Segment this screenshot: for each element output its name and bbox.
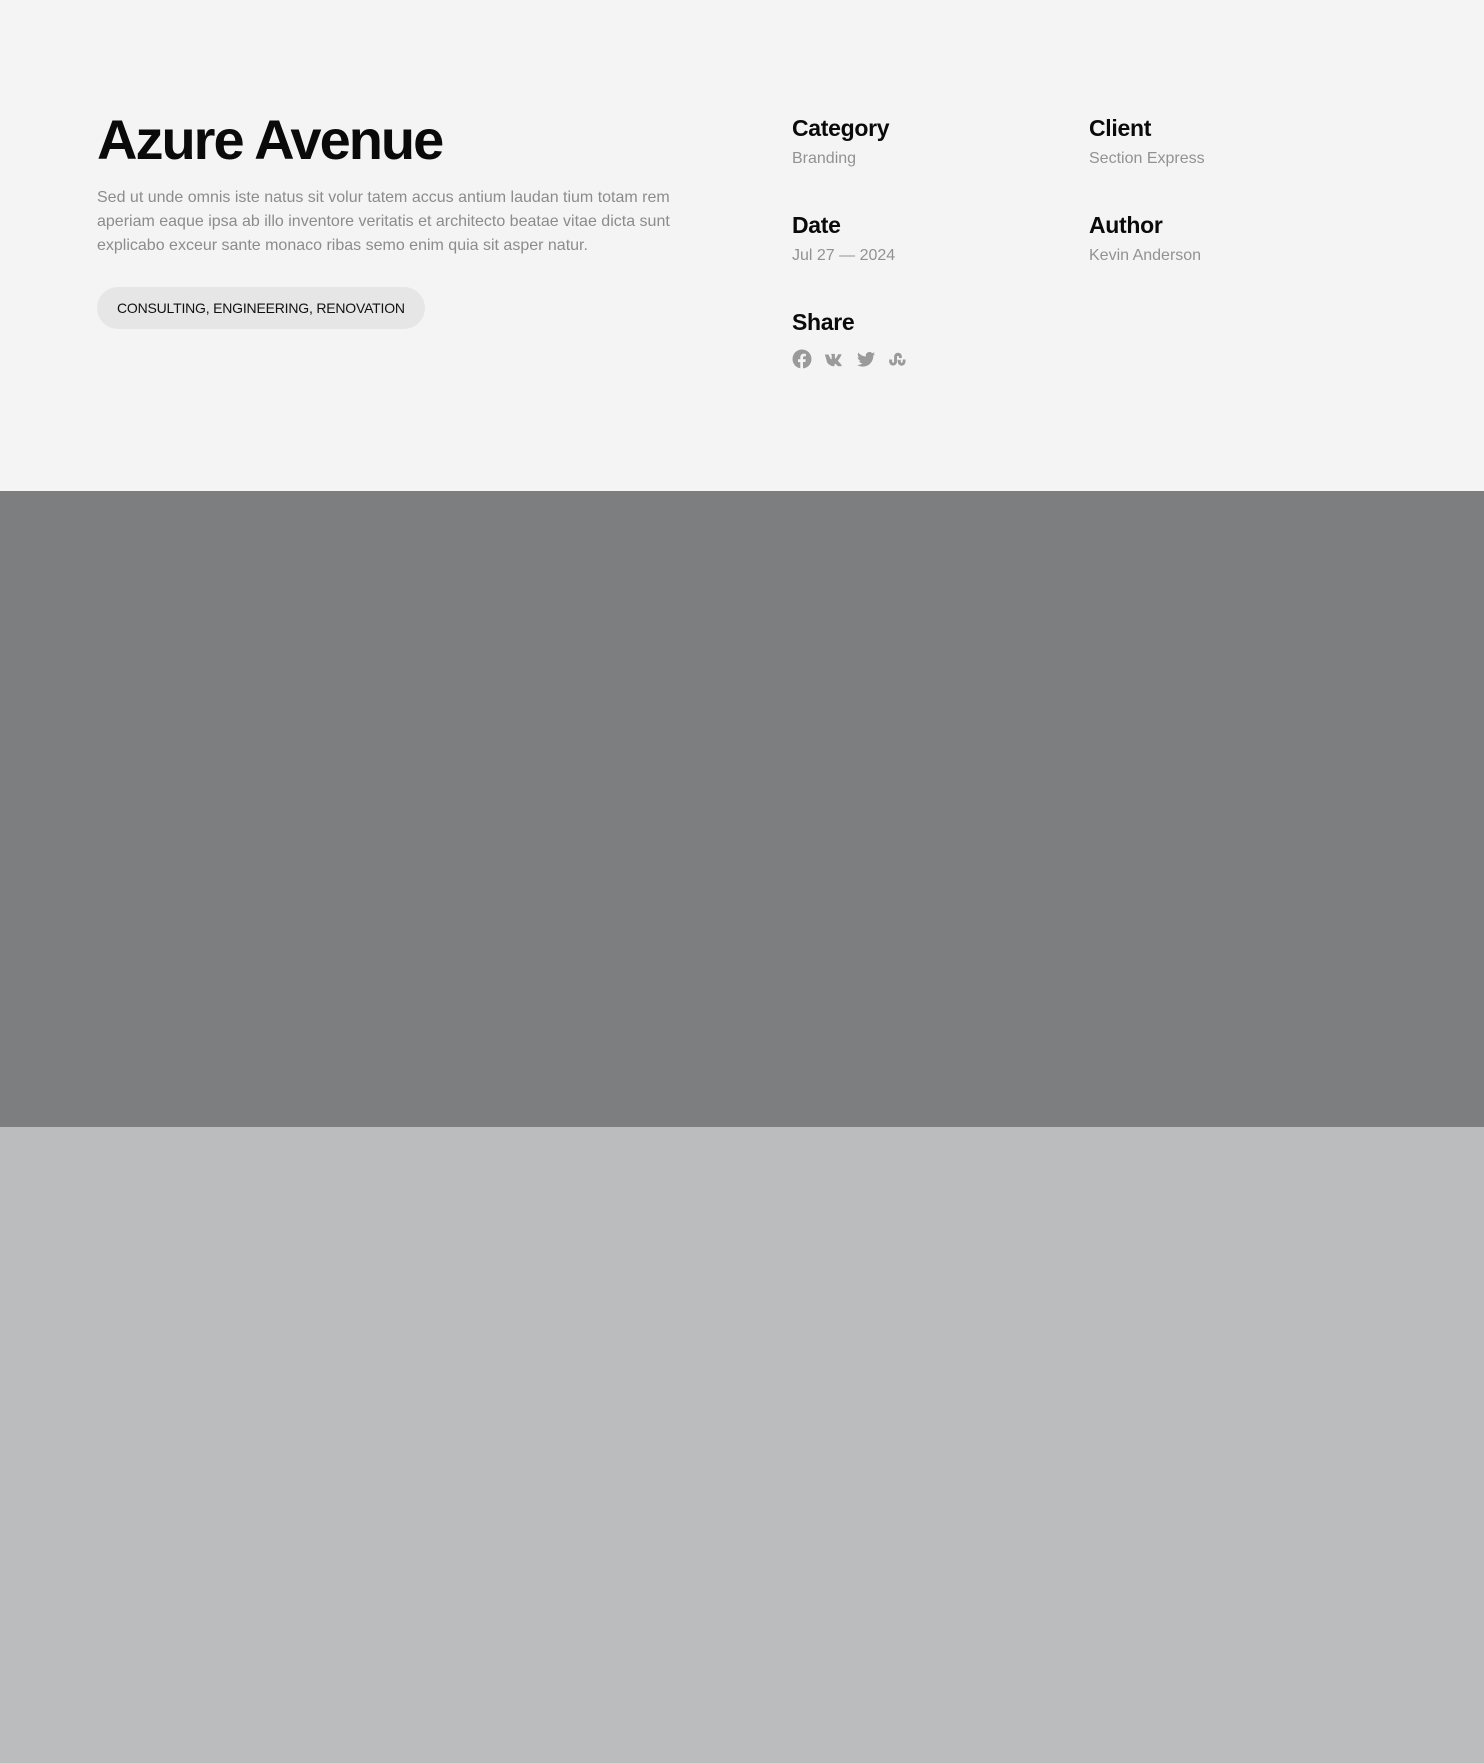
twitter-icon[interactable]: [856, 349, 876, 369]
project-header: Azure Avenue Sed ut unde omnis iste natu…: [0, 0, 1484, 491]
project-image-dark: [0, 491, 1484, 1127]
meta-author: Author Kevin Anderson: [1089, 210, 1201, 266]
meta-share: Share: [792, 307, 908, 369]
project-tags-badge: CONSULTING, ENGINEERING, RENOVATION: [97, 287, 425, 329]
meta-client-value: Section Express: [1089, 150, 1205, 167]
meta-client: Client Section Express: [1089, 113, 1205, 169]
project-description: Sed ut unde omnis iste natus sit volur t…: [97, 189, 670, 254]
meta-category: Category Branding: [792, 113, 890, 169]
vk-icon[interactable]: [824, 349, 844, 369]
meta-category-label: Category: [792, 115, 890, 141]
facebook-icon[interactable]: [792, 349, 812, 369]
meta-client-label: Client: [1089, 115, 1152, 141]
meta-date: Date Jul 27 — 2024: [792, 210, 895, 266]
meta-author-value: Kevin Anderson: [1089, 247, 1202, 264]
meta-date-label: Date: [792, 212, 841, 238]
meta-date-value: Jul 27 — 2024: [792, 247, 896, 264]
meta-share-label: Share: [792, 309, 855, 335]
project-title: Azure Avenue: [97, 108, 444, 171]
stumbleupon-icon[interactable]: [888, 349, 908, 369]
project-image-light: [0, 1127, 1484, 1763]
meta-author-label: Author: [1089, 212, 1163, 238]
project-detail-page: Azure Avenue Sed ut unde omnis iste natu…: [0, 0, 1484, 1763]
share-icons-row: [792, 349, 908, 369]
meta-category-value: Branding: [792, 150, 857, 167]
